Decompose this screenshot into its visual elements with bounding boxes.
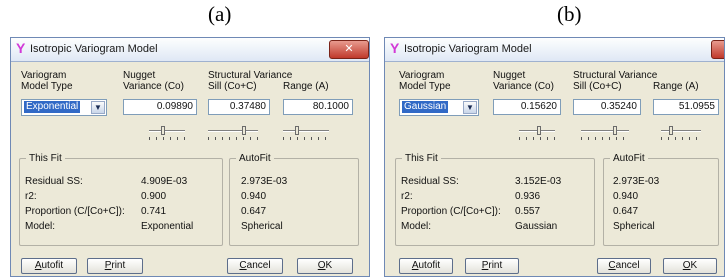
variogram-y-icon: Y: [16, 40, 26, 56]
nugget-slider[interactable]: [149, 126, 185, 142]
autofit-button[interactable]: Autofit: [399, 258, 453, 274]
autofit-title: AutoFit: [236, 153, 274, 164]
cancel-button[interactable]: Cancel: [227, 258, 283, 274]
nugget-input[interactable]: 0.15620: [493, 99, 561, 115]
autofit-group: AutoFit: [603, 153, 719, 246]
this-fit-group: This Fit: [19, 153, 223, 246]
model-label: Model:: [25, 221, 56, 232]
nugget-header: Nugget Variance (Co): [493, 70, 554, 92]
residual-ss-label: Residual SS:: [401, 176, 459, 187]
this-model-value: Gaussian: [515, 221, 558, 232]
this-fit-group: This Fit: [395, 153, 595, 246]
sill-header: Sill (Co+C): [573, 81, 622, 92]
auto-residual-ss-value: 2.973E-03: [613, 176, 660, 187]
variogram-window-b: Y Isotropic Variogram Model ✕ Variogram …: [384, 37, 725, 277]
range-input[interactable]: 51.0955: [653, 99, 719, 115]
nugget-slider[interactable]: [519, 126, 555, 142]
print-button[interactable]: Print: [465, 258, 519, 274]
close-button[interactable]: ✕: [329, 40, 369, 59]
ok-button[interactable]: OK: [663, 258, 717, 274]
title-bar[interactable]: Y Isotropic Variogram Model ✕: [11, 38, 369, 62]
ok-button[interactable]: OK: [297, 258, 353, 274]
model-type-selected: Gaussian: [402, 101, 449, 113]
sill-slider[interactable]: [581, 126, 629, 142]
print-button[interactable]: Print: [87, 258, 143, 274]
range-input[interactable]: 80.1000: [283, 99, 353, 115]
model-type-dropdown[interactable]: Exponential ▼: [21, 99, 107, 116]
structural-variance-header: Structural Variance: [573, 70, 658, 81]
this-r2-value: 0.936: [515, 191, 541, 202]
r2-label: r2:: [25, 191, 37, 202]
sill-header: Sill (Co+C): [208, 81, 257, 92]
range-slider[interactable]: [283, 126, 329, 142]
auto-model-value: Spherical: [613, 221, 655, 232]
variogram-window-a: Y Isotropic Variogram Model ✕ Variogram …: [10, 37, 370, 277]
sill-input[interactable]: 0.37480: [208, 99, 270, 115]
nugget-header: Nugget Variance (Co): [123, 70, 184, 92]
sill-input[interactable]: 0.35240: [573, 99, 641, 115]
auto-r2-value: 0.940: [241, 191, 267, 202]
this-fit-title: This Fit: [402, 153, 441, 164]
window-title: Isotropic Variogram Model: [30, 43, 158, 55]
auto-r2-value: 0.940: [613, 191, 639, 202]
variogram-y-icon: Y: [390, 40, 400, 56]
auto-model-value: Spherical: [241, 221, 283, 232]
model-label: Model:: [401, 221, 432, 232]
residual-ss-label: Residual SS:: [25, 176, 83, 187]
proportion-label: Proportion (C/[Co+C]):: [25, 206, 125, 217]
model-type-header: Variogram Model Type: [21, 70, 73, 92]
r2-label: r2:: [401, 191, 413, 202]
this-r2-value: 0.900: [141, 191, 167, 202]
range-header: Range (A): [653, 81, 699, 92]
this-model-value: Exponential: [141, 221, 194, 232]
window-title: Isotropic Variogram Model: [404, 43, 532, 55]
this-fit-title: This Fit: [26, 153, 65, 164]
proportion-label: Proportion (C/[Co+C]):: [401, 206, 501, 217]
range-slider[interactable]: [661, 126, 701, 142]
model-type-selected: Exponential: [24, 101, 81, 113]
panel-a-label: (a): [208, 2, 232, 26]
range-header: Range (A): [283, 81, 329, 92]
autofit-group: AutoFit: [229, 153, 359, 246]
nugget-input[interactable]: 0.09890: [123, 99, 197, 115]
chevron-down-icon[interactable]: ▼: [463, 101, 477, 114]
auto-proportion-value: 0.647: [241, 206, 267, 217]
structural-variance-header: Structural Variance: [208, 70, 293, 81]
title-bar[interactable]: Y Isotropic Variogram Model ✕: [385, 38, 724, 62]
cancel-button[interactable]: Cancel: [597, 258, 651, 274]
close-button[interactable]: ✕: [711, 40, 724, 59]
panel-b-label: (b): [557, 2, 582, 26]
chevron-down-icon[interactable]: ▼: [91, 101, 105, 114]
autofit-button[interactable]: Autofit: [21, 258, 77, 274]
auto-residual-ss-value: 2.973E-03: [241, 176, 288, 187]
this-proportion-value: 0.741: [141, 206, 167, 217]
autofit-title: AutoFit: [610, 153, 648, 164]
model-type-header: Variogram Model Type: [399, 70, 451, 92]
model-type-dropdown[interactable]: Gaussian ▼: [399, 99, 479, 116]
auto-proportion-value: 0.647: [613, 206, 639, 217]
this-residual-ss-value: 4.909E-03: [141, 176, 188, 187]
this-proportion-value: 0.557: [515, 206, 541, 217]
sill-slider[interactable]: [208, 126, 258, 142]
this-residual-ss-value: 3.152E-03: [515, 176, 562, 187]
